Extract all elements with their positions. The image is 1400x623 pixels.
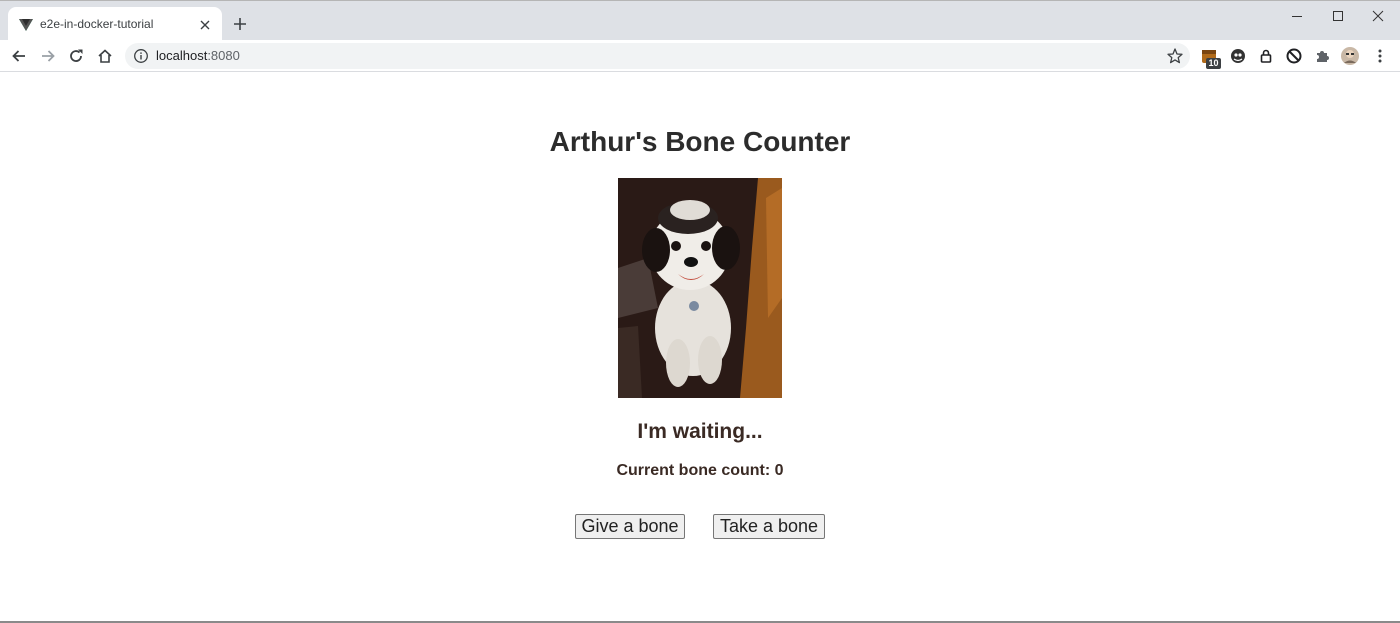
cookie-extension-icon[interactable] xyxy=(1228,46,1248,66)
tab-strip: e2e-in-docker-tutorial xyxy=(0,0,1400,41)
close-tab-icon[interactable] xyxy=(196,16,214,34)
address-bar[interactable]: localhost:8080 xyxy=(125,43,1190,69)
vue-logo-icon xyxy=(19,19,33,31)
browser-tab[interactable]: e2e-in-docker-tutorial xyxy=(8,7,222,41)
page-title: Arthur's Bone Counter xyxy=(549,126,851,157)
maximize-icon[interactable] xyxy=(1316,1,1360,31)
status-message: I'm waiting... xyxy=(637,420,763,443)
block-extension-icon[interactable] xyxy=(1284,46,1304,66)
back-arrow-icon[interactable] xyxy=(8,45,30,67)
lock-extension-icon[interactable] xyxy=(1256,46,1276,66)
profile-avatar-icon[interactable] xyxy=(1340,46,1360,66)
info-icon[interactable] xyxy=(133,48,149,64)
url-port: :8080 xyxy=(207,48,240,63)
tab-title: e2e-in-docker-tutorial xyxy=(40,17,154,31)
take-bone-button[interactable]: Take a bone xyxy=(713,514,825,539)
bookmark-star-icon[interactable] xyxy=(1166,47,1184,65)
browser-toolbar: localhost:8080 xyxy=(0,40,1400,72)
extension-badge: 10 xyxy=(1206,58,1221,69)
reload-icon[interactable] xyxy=(65,45,87,67)
page-content: Arthur's Bone Counter I'm waiting... Cur… xyxy=(0,72,1400,621)
chrome-menu-icon[interactable] xyxy=(1370,46,1390,66)
dog-photo xyxy=(618,178,782,398)
puzzle-extensions-icon[interactable] xyxy=(1312,46,1332,66)
home-icon[interactable] xyxy=(94,45,116,67)
forward-arrow-icon[interactable] xyxy=(37,45,59,67)
url-text: localhost:8080 xyxy=(156,49,240,63)
close-window-icon[interactable] xyxy=(1356,1,1400,31)
url-host: localhost xyxy=(156,48,208,63)
minimize-icon[interactable] xyxy=(1275,1,1319,31)
new-tab-icon[interactable] xyxy=(230,14,250,34)
give-bone-button[interactable]: Give a bone xyxy=(575,514,685,539)
bone-count: Current bone count: 0 xyxy=(616,462,784,479)
